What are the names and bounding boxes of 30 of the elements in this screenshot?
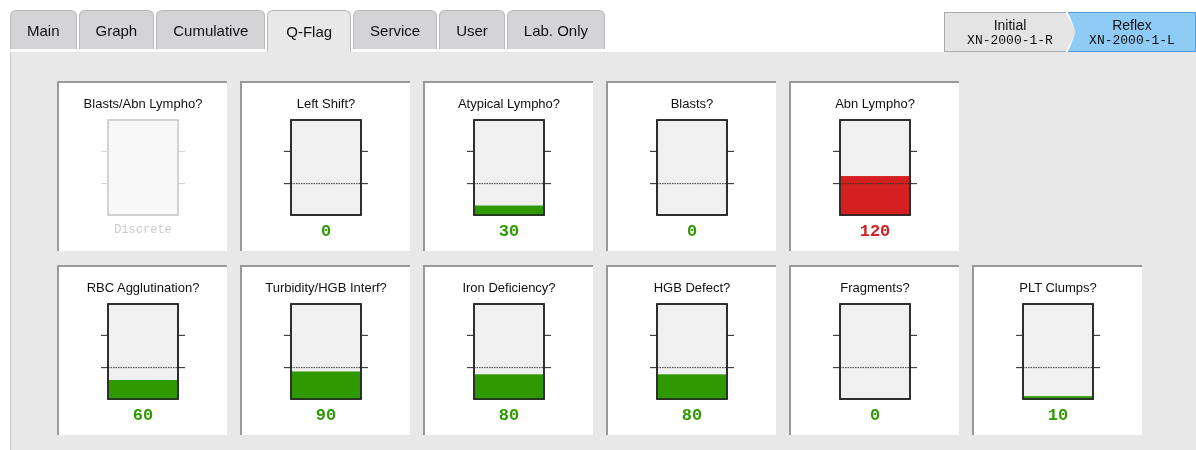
run-toggle[interactable]: Reflex XN-2000-1-L	[1068, 12, 1196, 52]
flag-name: PLT Clumps?	[1019, 280, 1097, 295]
run-toggle[interactable]: Initial XN-2000-1-R	[944, 12, 1076, 52]
flag-name: Left Shift?	[296, 96, 356, 111]
flag-name: Blasts?	[670, 96, 714, 111]
flag-name: HGB Defect?	[653, 280, 731, 295]
tab[interactable]: Main	[10, 10, 77, 49]
flag-name: Atypical Lympho?	[457, 96, 561, 111]
tab[interactable]: Service	[353, 10, 438, 49]
tab[interactable]: Q-Flag	[267, 10, 352, 52]
flag-name: Blasts/Abn Lympho?	[83, 96, 203, 111]
flag-value: 10	[1047, 406, 1069, 425]
tab[interactable]: User	[439, 10, 505, 49]
flag-name: Iron Deficiency?	[462, 280, 556, 295]
flag-value: 80	[681, 406, 703, 425]
flag-value: 30	[498, 222, 520, 241]
tab[interactable]: Lab. Only	[506, 10, 605, 49]
tab[interactable]: Cumulative	[156, 10, 266, 49]
flag-name: Fragments?	[840, 280, 910, 295]
flag-name: Turbidity/HGB Interf?	[265, 280, 387, 295]
flag-name: RBC Agglutination?	[86, 280, 200, 295]
flag-name: Abn Lympho?	[835, 96, 915, 111]
flag-value: 90	[315, 406, 337, 425]
tab[interactable]: Graph	[78, 10, 155, 49]
flag-value: 120	[859, 222, 891, 241]
flag-value: 80	[498, 406, 520, 425]
flag-value: 0	[686, 222, 698, 241]
flag-value: 60	[132, 406, 154, 425]
flag-value: 0	[320, 222, 332, 241]
flag-value: 0	[869, 406, 881, 425]
